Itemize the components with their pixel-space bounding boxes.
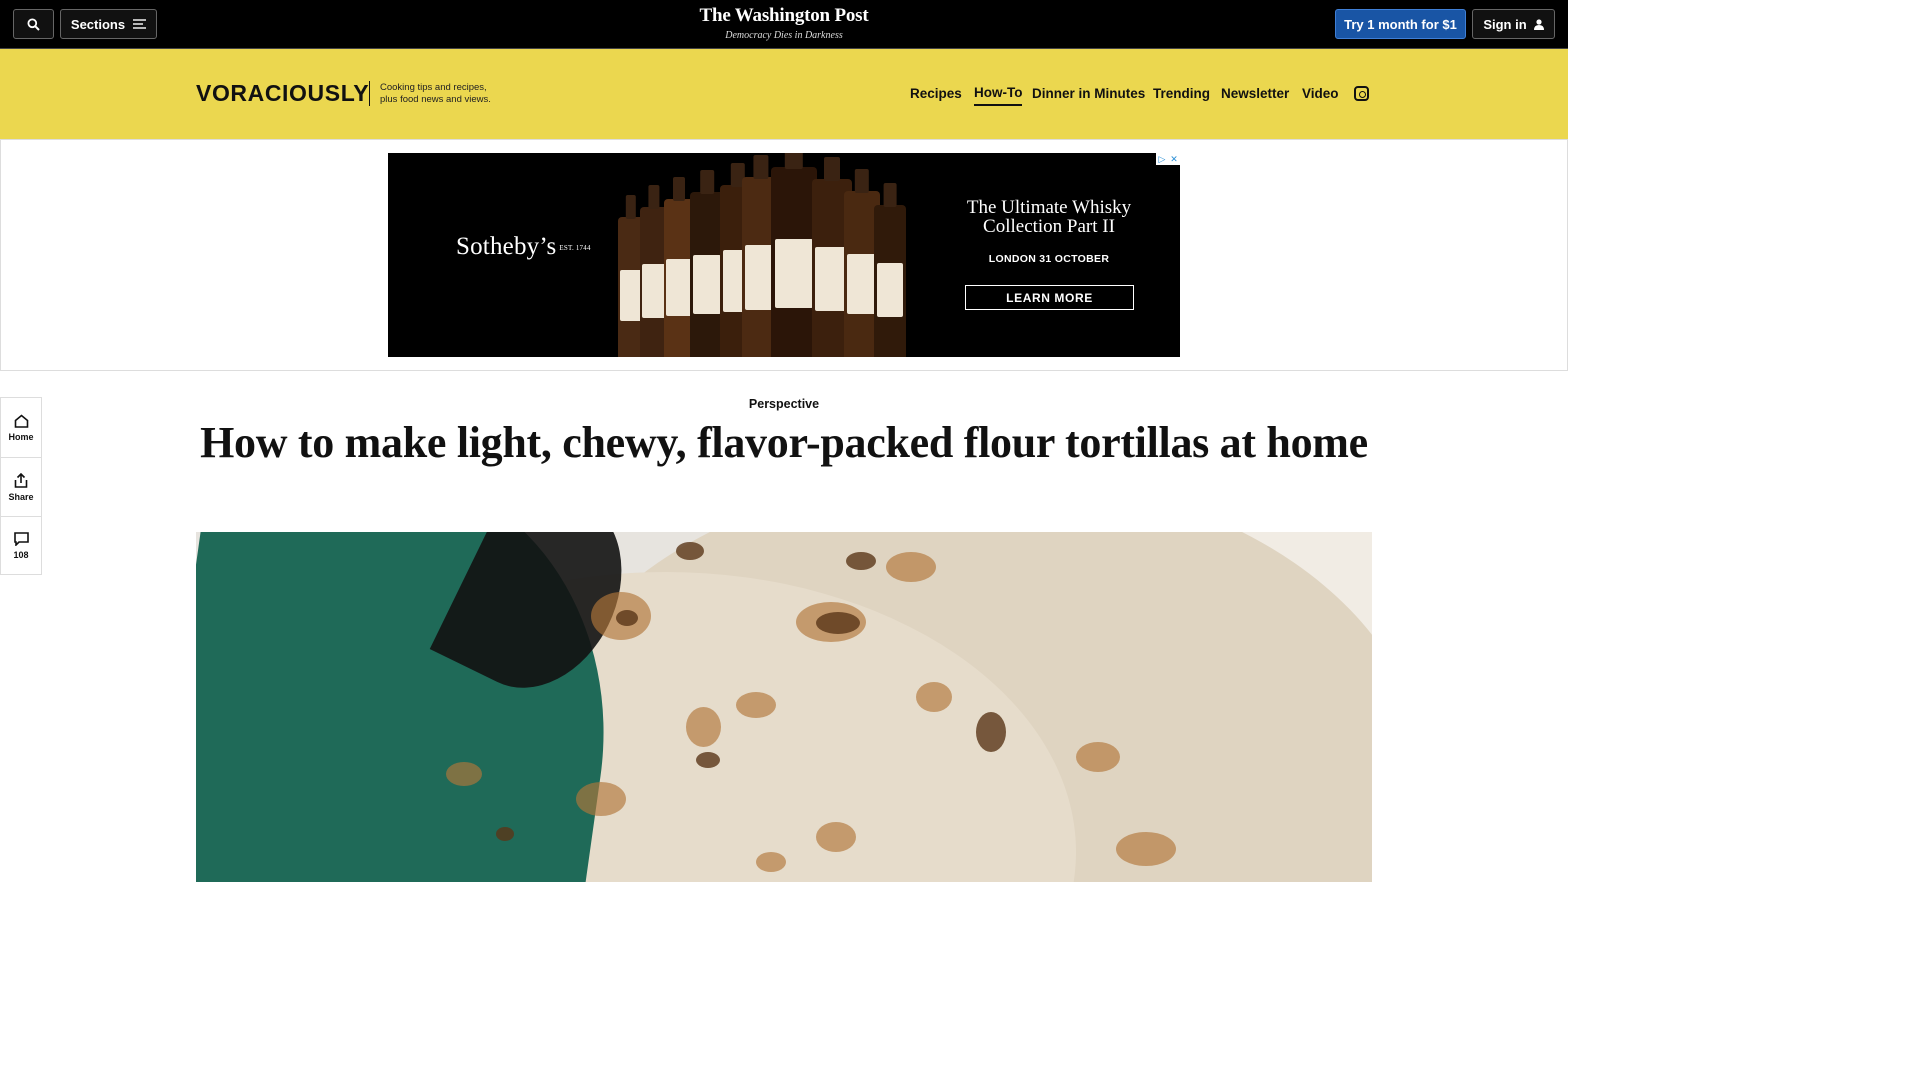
sections-button[interactable]: Sections: [60, 9, 157, 39]
section-description: Cooking tips and recipes, plus food news…: [380, 82, 491, 106]
home-icon: [14, 413, 28, 428]
search-icon: [27, 18, 40, 31]
search-button[interactable]: [13, 9, 54, 39]
nav-newsletter[interactable]: Newsletter: [1221, 86, 1289, 106]
nav-video[interactable]: Video: [1302, 86, 1339, 106]
sign-in-button[interactable]: Sign in: [1472, 9, 1555, 39]
share-button[interactable]: Share: [1, 457, 41, 516]
ad-brand: Sotheby’s EST. 1744: [456, 233, 591, 261]
nav-trending[interactable]: Trending: [1153, 86, 1210, 106]
article-kicker[interactable]: Perspective: [684, 397, 884, 411]
nav-dinner-in-minutes[interactable]: Dinner in Minutes: [1032, 86, 1145, 106]
header-divider: [369, 81, 370, 106]
ad-brand-est: EST. 1744: [559, 244, 591, 253]
sections-label: Sections: [70, 16, 126, 32]
user-icon: [1533, 18, 1544, 30]
ad-brand-name: Sotheby’s: [456, 233, 557, 260]
instagram-icon[interactable]: [1354, 86, 1369, 101]
whisky-bottles-image: [616, 153, 914, 357]
masthead-tagline: Democracy Dies in Darkness: [725, 30, 843, 41]
adchoices-icon[interactable]: ▷: [1156, 153, 1168, 165]
ad-learn-more-button[interactable]: LEARN MORE: [965, 285, 1134, 310]
description-line-2: plus food news and views.: [380, 94, 491, 105]
hamburger-icon: [133, 19, 147, 29]
nav-recipes[interactable]: Recipes: [910, 86, 962, 106]
comments-count: 108: [13, 550, 29, 560]
description-line-1: Cooking tips and recipes,: [380, 82, 487, 93]
washington-post-logo: The Washington Post: [699, 5, 869, 26]
ad-subline: LONDON 31 OCTOBER: [988, 253, 1110, 265]
comments-button[interactable]: 108: [1, 516, 41, 575]
share-icon: [14, 472, 28, 488]
advertisement-banner[interactable]: Sotheby’s EST. 1744 The Ultimate Whisky C…: [388, 153, 1180, 357]
nav-how-to[interactable]: How-To: [974, 85, 1023, 106]
share-label: Share: [8, 491, 34, 502]
comment-icon: [13, 532, 29, 546]
hero-image: [196, 532, 1372, 882]
article-headline: How to make light, chewy, flavor-packed …: [200, 418, 1368, 467]
article-tools-rail: Home Share 108: [0, 397, 42, 575]
top-bar: Sections The Washington Post Democracy D…: [0, 0, 1568, 49]
subscribe-button[interactable]: Try 1 month for $1: [1335, 9, 1466, 39]
home-button[interactable]: Home: [1, 398, 41, 457]
ad-headline: The Ultimate Whisky Collection Part II: [966, 197, 1132, 237]
ad-choices[interactable]: ▷ ✕: [1156, 153, 1180, 165]
voraciously-logo[interactable]: VORACIOUSLY: [196, 80, 369, 107]
sign-in-label: Sign in: [1483, 16, 1527, 32]
home-label: Home: [8, 431, 34, 442]
masthead[interactable]: The Washington Post Democracy Dies in Da…: [684, 5, 884, 41]
close-icon[interactable]: ✕: [1168, 153, 1180, 165]
